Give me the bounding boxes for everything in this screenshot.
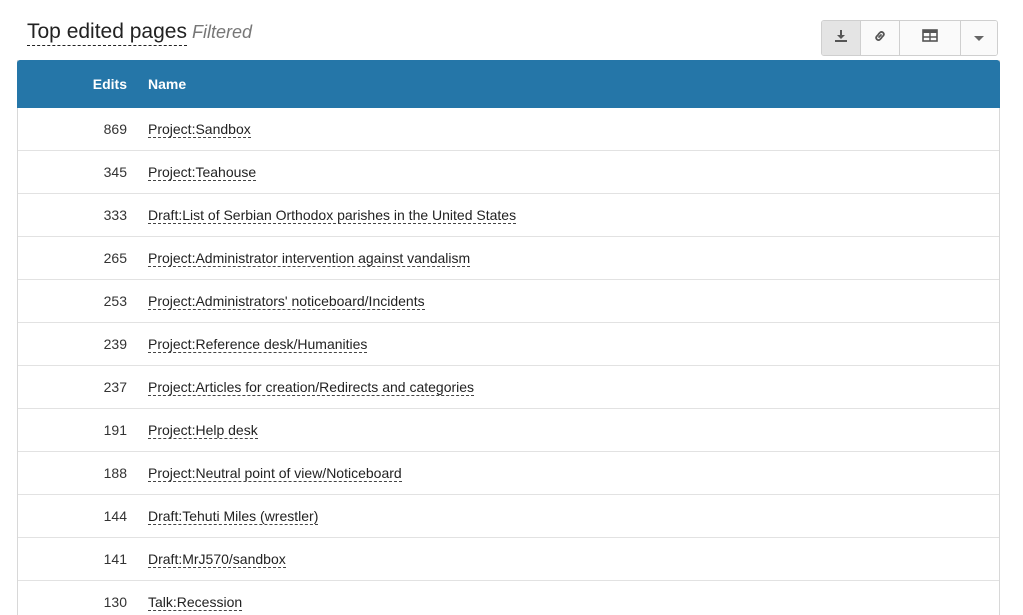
page-link[interactable]: Project:Administrators' noticeboard/Inci…	[148, 293, 425, 310]
page-name-cell: Draft:Tehuti Miles (wrestler)	[127, 508, 319, 525]
edits-count: 144	[103, 508, 127, 524]
page-name-cell: Project:Articles for creation/Redirects …	[127, 379, 475, 396]
table-row: 265 Project:Administrator intervention ag…	[18, 237, 999, 280]
edits-count: 253	[103, 293, 127, 309]
filtered-label: Filtered	[191, 22, 252, 42]
page-link[interactable]: Project:Help desk	[148, 422, 258, 439]
page-link[interactable]: Project:Reference desk/Humanities	[148, 336, 368, 353]
page-name-cell: Draft:List of Serbian Orthodox parishes …	[127, 207, 517, 224]
table-row: 345 Project:Teahouse	[18, 151, 999, 194]
table-icon	[922, 29, 939, 47]
page-name-cell: Project:Teahouse	[127, 164, 257, 181]
page-name-cell: Project:Administrators' noticeboard/Inci…	[127, 293, 425, 310]
table-row: 188 Project:Neutral point of view/Noticeb…	[18, 452, 999, 495]
page-link[interactable]: Project:Neutral point of view/Noticeboar…	[148, 465, 402, 482]
download-button[interactable]	[822, 21, 861, 55]
link-icon	[873, 29, 887, 48]
table-row: 144 Draft:Tehuti Miles (wrestler)	[18, 495, 999, 538]
page-name-cell: Project:Neutral point of view/Noticeboar…	[127, 465, 402, 482]
edits-count: 333	[103, 207, 127, 223]
caret-down-icon	[974, 29, 985, 47]
edits-count: 345	[103, 164, 127, 180]
column-header-name[interactable]: Name	[127, 76, 186, 92]
table-row: 333 Draft:List of Serbian Orthodox parish…	[18, 194, 999, 237]
edits-count: 869	[103, 121, 127, 137]
options-dropdown-button[interactable]	[961, 21, 997, 55]
edits-count: 239	[103, 336, 127, 352]
page-link[interactable]: Project:Articles for creation/Redirects …	[148, 379, 475, 396]
page-link[interactable]: Talk:Recession	[148, 594, 243, 611]
table-header: Edits Name	[17, 60, 1000, 108]
page-link[interactable]: Project:Administrator intervention again…	[148, 250, 471, 267]
column-header-edits[interactable]: Edits	[17, 76, 127, 92]
edits-count: 130	[103, 594, 127, 610]
table-row: 237 Project:Articles for creation/Redirec…	[18, 366, 999, 409]
page: Top edited pages Filtered Edits Name 869…	[0, 0, 1023, 615]
table-row: 141 Draft:MrJ570/sandbox	[18, 538, 999, 581]
columns-button[interactable]	[900, 21, 962, 55]
page-link[interactable]: Draft:List of Serbian Orthodox parishes …	[148, 207, 517, 224]
table-toolbar	[821, 20, 998, 56]
table-row: 130 Talk:Recession	[18, 581, 999, 615]
page-name-cell: Project:Help desk	[127, 422, 258, 439]
top-edited-pages-table: Edits Name 869 Project:Sandbox 345 Project:…	[17, 60, 1000, 615]
page-link[interactable]: Draft:Tehuti Miles (wrestler)	[148, 508, 319, 525]
download-icon	[834, 29, 848, 48]
page-name-cell: Draft:MrJ570/sandbox	[127, 551, 286, 568]
page-link[interactable]: Draft:MrJ570/sandbox	[148, 551, 286, 568]
edits-count: 188	[103, 465, 127, 481]
page-name-cell: Project:Sandbox	[127, 121, 251, 138]
edits-count: 237	[103, 379, 127, 395]
page-name-cell: Talk:Recession	[127, 594, 243, 611]
link-button[interactable]	[860, 21, 901, 55]
page-link[interactable]: Project:Sandbox	[148, 121, 251, 138]
section-header: Top edited pages Filtered	[27, 19, 252, 49]
table-body: 869 Project:Sandbox 345 Project:Teahouse 333…	[18, 108, 999, 615]
edits-count: 191	[103, 422, 127, 438]
page-name-cell: Project:Administrator intervention again…	[127, 250, 471, 267]
page-link[interactable]: Project:Teahouse	[148, 164, 257, 181]
edits-count: 141	[103, 551, 127, 567]
edits-count: 265	[103, 250, 127, 266]
table-row: 869 Project:Sandbox	[18, 108, 999, 151]
table-row: 253 Project:Administrators' noticeboard/I…	[18, 280, 999, 323]
section-title[interactable]: Top edited pages	[27, 19, 187, 46]
table-row: 239 Project:Reference desk/Humanities	[18, 323, 999, 366]
page-name-cell: Project:Reference desk/Humanities	[127, 336, 368, 353]
table-row: 191 Project:Help desk	[18, 409, 999, 452]
